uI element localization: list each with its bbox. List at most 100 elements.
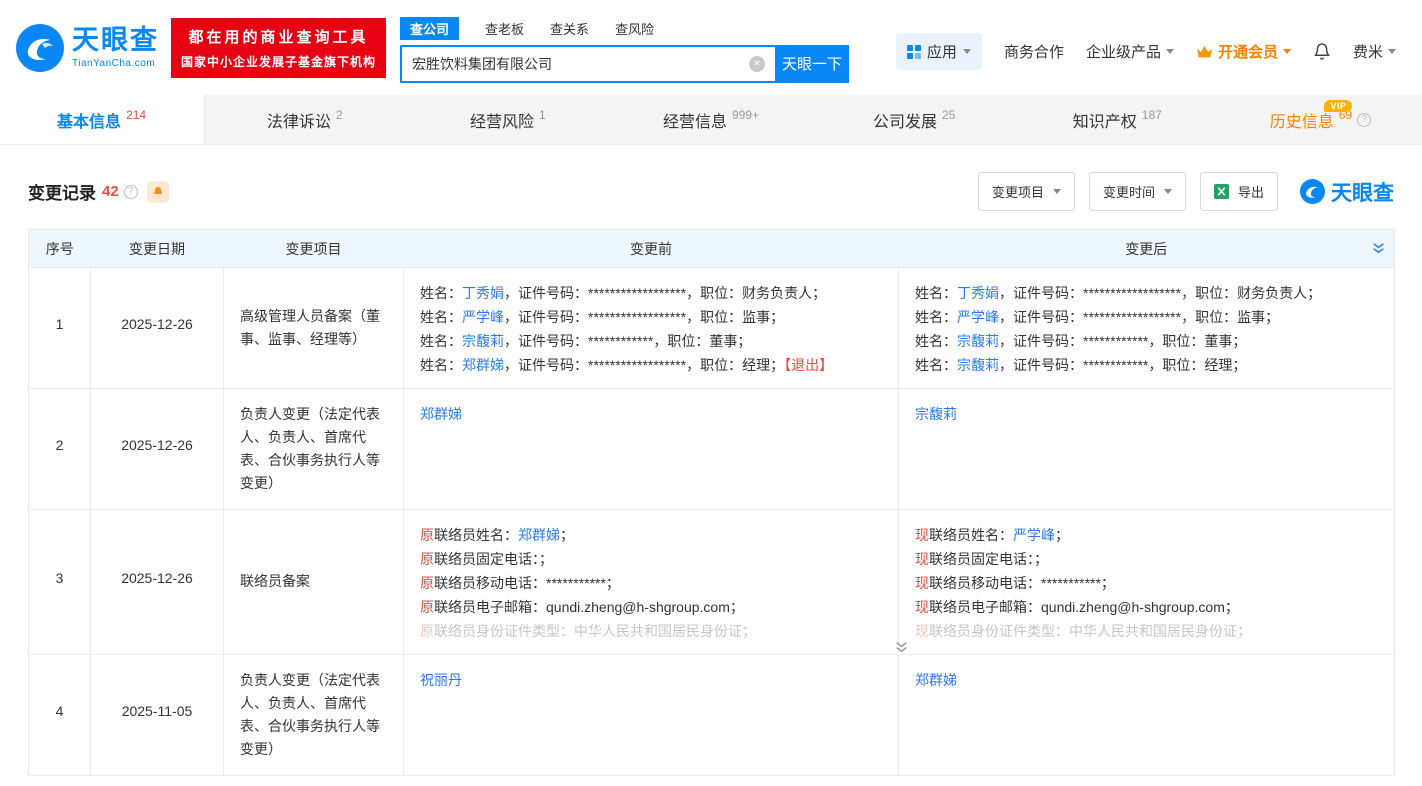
apps-grid-icon — [907, 45, 921, 59]
tab-count: 25 — [942, 108, 955, 122]
text-segment: 2025-11-05 — [122, 703, 193, 719]
crown-icon — [1196, 45, 1213, 59]
person-link[interactable]: 宗馥莉 — [957, 357, 999, 373]
text-segment: 姓名： — [915, 285, 957, 301]
filter-change-time-dropdown[interactable]: 变更时间 — [1089, 172, 1186, 211]
text-segment: 姓名： — [420, 333, 462, 349]
coop-label: 商务合作 — [1004, 41, 1064, 62]
chevron-down-icon — [963, 49, 971, 54]
section-controls: 变更项目 变更时间 导出 — [978, 172, 1394, 211]
person-link[interactable]: 宗馥莉 — [915, 406, 957, 422]
tianyancha-logo[interactable]: 天眼查 TianYanCha.com — [16, 24, 159, 72]
text-segment: 现 — [915, 599, 929, 615]
bell-icon — [1313, 42, 1331, 61]
cell-line: 4 — [29, 703, 90, 727]
enterprise-products-link[interactable]: 企业级产品 — [1086, 41, 1174, 62]
tab-基本信息[interactable]: 基本信息214 — [0, 95, 203, 144]
person-link[interactable]: 祝丽丹 — [420, 672, 462, 688]
user-menu[interactable]: 费米 — [1353, 41, 1396, 62]
person-link[interactable]: 严学峰 — [462, 309, 504, 325]
tab-经营风险[interactable]: 经营风险1 — [406, 95, 609, 144]
person-link[interactable]: 郑群娣 — [518, 527, 560, 543]
tab-count: 1 — [539, 108, 546, 122]
business-coop-link[interactable]: 商务合作 — [1004, 41, 1064, 62]
search-tab-查关系[interactable]: 查关系 — [550, 17, 589, 40]
cell-line: 现联络员姓名：严学峰； — [915, 523, 1378, 547]
person-link[interactable]: 郑群娣 — [915, 672, 957, 688]
tab-历史信息[interactable]: 历史信息69VIP — [1219, 95, 1422, 144]
text-segment: 联络员移动电话：***********； — [434, 575, 620, 591]
column-header-变更项目: 变更项目 — [224, 230, 404, 268]
cell-line: 原联络员固定电话：； — [420, 547, 882, 571]
person-link[interactable]: 严学峰 — [957, 309, 999, 325]
person-link[interactable]: 郑群娣 — [462, 357, 504, 373]
person-link[interactable]: 宗馥莉 — [957, 333, 999, 349]
text-segment: 联络员身份证件类型：中华人民共和国居民身份证； — [434, 623, 756, 639]
tab-label: 法律诉讼 — [267, 108, 331, 132]
person-link[interactable]: 郑群娣 — [420, 406, 462, 422]
nav-tabs: 基本信息214法律诉讼2经营风险1经营信息999+公司发展25知识产权187历史… — [0, 95, 1422, 145]
export-button[interactable]: 导出 — [1200, 172, 1278, 211]
search-area: 查公司 查老板 查关系 查风险 天眼一下 — [400, 13, 849, 83]
help-question-icon[interactable] — [124, 185, 138, 199]
person-link[interactable]: 丁秀娟 — [462, 285, 504, 301]
notifications-bell[interactable] — [1313, 42, 1331, 61]
column-header-变更前: 变更前 — [404, 230, 899, 268]
section-title: 变更记录 — [28, 179, 96, 204]
tab-法律诉讼[interactable]: 法律诉讼2 — [203, 95, 406, 144]
row-before: 原联络员姓名：郑群娣；原联络员固定电话：；原联络员移动电话：**********… — [404, 510, 899, 655]
tab-count: 214 — [126, 108, 146, 122]
filter-change-item-dropdown[interactable]: 变更项目 — [978, 172, 1075, 211]
subscribe-bell-button[interactable] — [147, 181, 169, 203]
tab-知识产权[interactable]: 知识产权187 — [1016, 95, 1219, 144]
cell-line: 2025-12-26 — [91, 316, 223, 340]
person-link[interactable]: 丁秀娟 — [957, 285, 999, 301]
change-table-body: 12025-12-26高级管理人员备案（董事、监事、经理等）姓名：丁秀娟，证件号… — [29, 268, 1395, 776]
row-item: 高级管理人员备案（董事、监事、经理等） — [224, 268, 404, 389]
cell-line: 负责人变更（法定代表人、负责人、首席代表、合伙事务执行人等变更） — [240, 403, 387, 495]
text-segment: ，证件号码：******************，职位：监事； — [504, 309, 784, 325]
text-segment: 原 — [420, 551, 434, 567]
row-before: 祝丽丹 — [404, 655, 899, 776]
cell-line: 现联络员移动电话：***********； — [915, 571, 1378, 595]
tab-公司发展[interactable]: 公司发展25 — [813, 95, 1016, 144]
search-input[interactable] — [400, 45, 775, 83]
clear-search-icon[interactable] — [749, 56, 765, 72]
text-segment: 高级管理人员备案（董事、监事、经理等） — [240, 308, 380, 347]
chevron-down-icon — [1164, 189, 1172, 194]
text-segment: 联络员电子邮箱：qundi.zheng@h-shgroup.com； — [929, 599, 1239, 615]
apps-menu[interactable]: 应用 — [896, 33, 982, 70]
person-link[interactable]: 严学峰 — [1013, 527, 1055, 543]
row-date: 2025-12-26 — [91, 510, 224, 655]
table-header-row: 序号变更日期变更项目变更前变更后 — [29, 230, 1395, 268]
search-tab-查老板[interactable]: 查老板 — [485, 17, 524, 40]
main-content: 变更记录 42 变更项目 变更时间 — [0, 172, 1422, 776]
text-segment: 2025-12-26 — [121, 437, 193, 453]
cell-line: 宗馥莉 — [915, 402, 1378, 426]
search-tabs: 查公司 查老板 查关系 查风险 — [400, 17, 849, 40]
cell-line: 原联络员电子邮箱：qundi.zheng@h-shgroup.com； — [420, 595, 882, 619]
row-item: 负责人变更（法定代表人、负责人、首席代表、合伙事务执行人等变更） — [224, 655, 404, 776]
search-tab-查风险[interactable]: 查风险 — [615, 17, 654, 40]
filter-change-time-label: 变更时间 — [1103, 182, 1155, 201]
cell-line: 姓名：丁秀娟，证件号码：******************，职位：财务负责人； — [915, 281, 1378, 305]
text-segment: 现 — [915, 575, 929, 591]
search-tab-查公司[interactable]: 查公司 — [400, 17, 459, 40]
tab-经营信息[interactable]: 经营信息999+ — [609, 95, 812, 144]
person-link[interactable]: 宗馥莉 — [462, 333, 504, 349]
watermark-text: 天眼查 — [1331, 177, 1394, 207]
table-row: 32025-12-26联络员备案原联络员姓名：郑群娣；原联络员固定电话：；原联络… — [29, 510, 1395, 655]
collapse-all-icon[interactable] — [1372, 242, 1385, 255]
section-count: 42 — [102, 183, 119, 200]
text-segment: 现 — [915, 527, 929, 543]
text-segment: 原 — [420, 623, 434, 639]
filter-change-item-label: 变更项目 — [992, 182, 1044, 201]
help-question-icon[interactable] — [1357, 113, 1371, 127]
text-segment: 4 — [56, 703, 64, 719]
cell-line: 郑群娣 — [915, 668, 1378, 692]
table-row: 22025-12-26负责人变更（法定代表人、负责人、首席代表、合伙事务执行人等… — [29, 389, 1395, 510]
table-row: 4 2025-11-05 负责人变更（法定代表人、负责人、首席代表、合伙事务执行人等… — [29, 655, 1395, 776]
open-vip-link[interactable]: 开通会员 — [1196, 41, 1291, 62]
text-segment: 姓名： — [420, 309, 462, 325]
search-button[interactable]: 天眼一下 — [775, 45, 849, 83]
